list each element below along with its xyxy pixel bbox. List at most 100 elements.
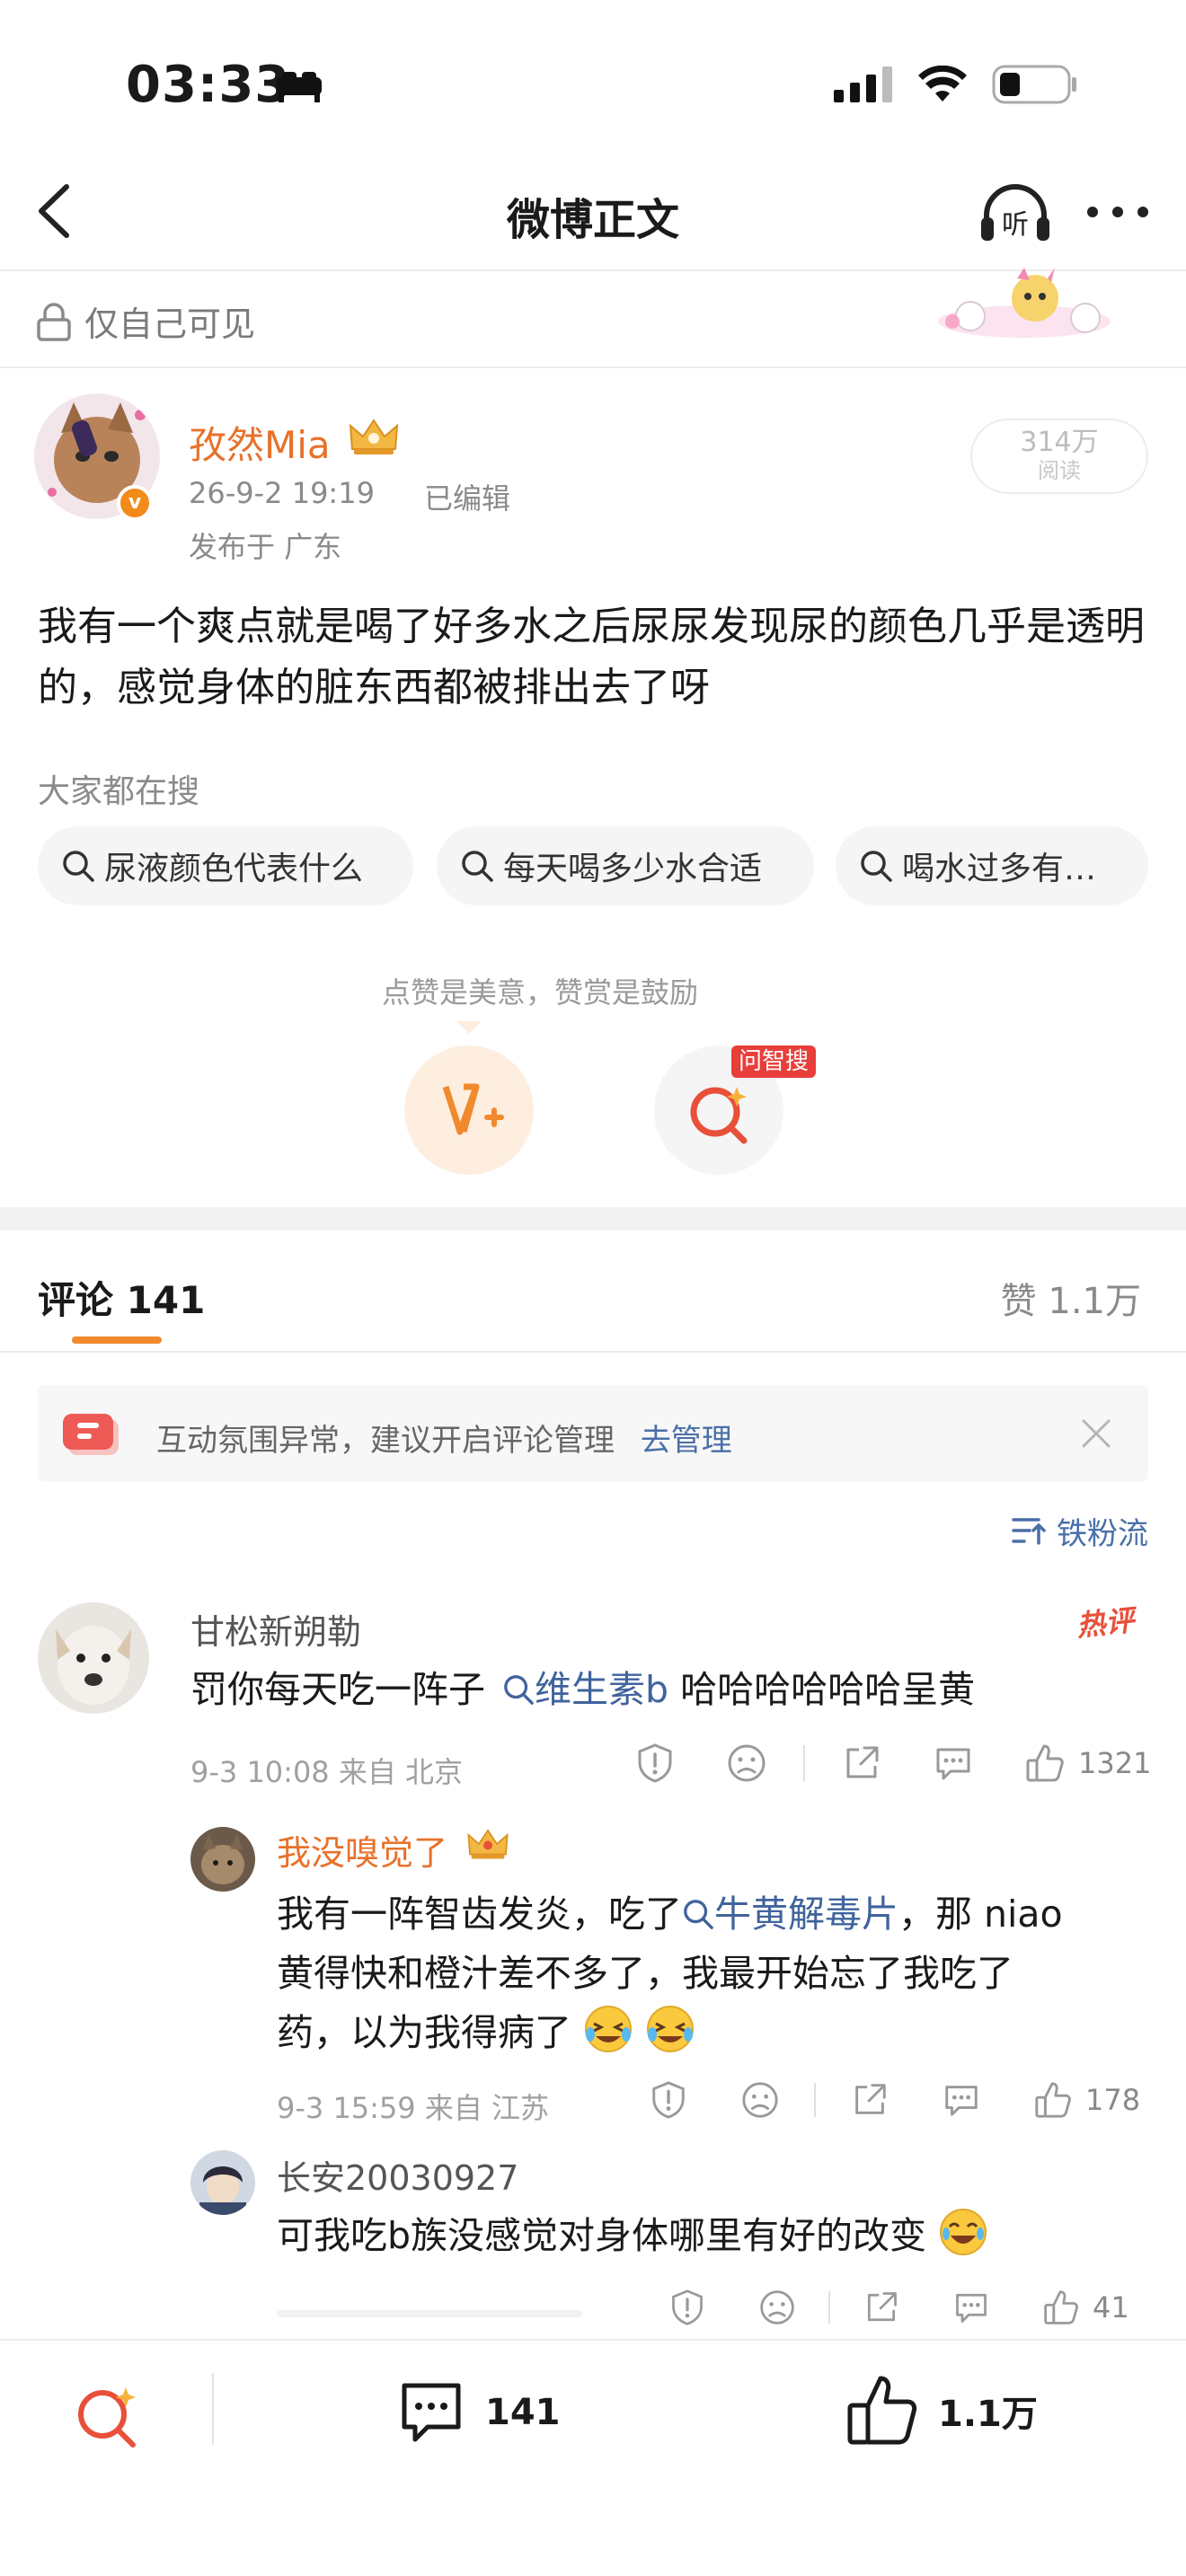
comment-actions: 1321 (634, 1742, 1151, 1784)
commenter-name[interactable]: 甘松新朔勒 (190, 1604, 361, 1654)
action-divider (803, 1745, 805, 1781)
hot-comment-badge: 热评 (1075, 1602, 1137, 1644)
notice-text: 互动氛围异常，建议开启评论管理 去管理 (156, 1416, 732, 1460)
listen-button[interactable]: 听 (978, 180, 1053, 248)
dislike-face-icon[interactable] (758, 2289, 796, 2326)
report-icon[interactable] (649, 2080, 688, 2120)
read-count-number: 314万 (1020, 427, 1099, 458)
edited-label[interactable]: 已编辑 (424, 476, 510, 517)
dislike-face-icon[interactable] (740, 2080, 780, 2120)
comment-text: 罚你每天吃一阵子 维生素b 哈哈哈哈哈哈呈黄 (190, 1660, 975, 1719)
share-icon[interactable] (863, 2289, 900, 2326)
reward-v-icon (442, 1083, 504, 1135)
signal-icon (834, 66, 892, 102)
comment-text: 我有一阵智齿发炎，吃了 牛黄解毒片，那 niao (277, 1884, 1063, 1944)
tab-active-indicator (72, 1337, 162, 1344)
post-time: 26-9-2 19:19 (189, 476, 375, 510)
sort-button[interactable]: 铁粉流 (1012, 1509, 1148, 1553)
search-chip-label: 尿液颜色代表什么 (104, 851, 364, 887)
divider (0, 1351, 1186, 1353)
bed-icon (275, 72, 323, 108)
tab-comments[interactable]: 评论 141 (38, 1270, 205, 1325)
tab-likes[interactable]: 赞 1.1万 (1001, 1272, 1141, 1324)
tooltip-arrow (456, 1020, 482, 1034)
section-separator (0, 1207, 1186, 1231)
search-icon (684, 1900, 713, 1929)
share-icon[interactable] (841, 1742, 882, 1784)
like-count: 41 (1093, 2290, 1129, 2325)
reward-button[interactable] (404, 1045, 534, 1175)
thumbs-up-icon (847, 2376, 917, 2445)
laughing-emoji-icon (940, 2209, 987, 2255)
more-dots-icon (1087, 207, 1148, 217)
comment-text-line: 药，以为我得病了 (277, 2003, 695, 2062)
like-count: 1321 (1078, 1746, 1152, 1780)
topic-link[interactable]: 牛黄解毒片 (714, 1892, 898, 1936)
sort-label: 铁粉流 (1057, 1516, 1148, 1552)
comment-text-part: 罚你每天吃一阵子 (190, 1668, 485, 1711)
post-body: 我有一个爽点就是喝了好多水之后尿尿发现尿的颜色几乎是透明的，感觉身体的脏东西都被… (38, 604, 1145, 710)
close-icon (1082, 1419, 1111, 1448)
crying-laugh-emoji-icon (585, 2006, 633, 2052)
action-divider (814, 2083, 816, 2117)
manage-link[interactable]: 去管理 (641, 1423, 732, 1459)
search-chip-label: 喝水过多有… (902, 851, 1097, 887)
comment-text-part: ，那 niao (898, 1892, 1063, 1936)
lock-icon (37, 302, 71, 341)
report-icon[interactable] (668, 2289, 706, 2326)
battery-icon (992, 65, 1076, 104)
share-icon[interactable] (850, 2080, 890, 2120)
comment-button[interactable]: 141 (395, 2377, 561, 2448)
headphones-icon: 听 (981, 184, 1049, 241)
status-indicators (834, 65, 1078, 104)
comment-text-part: 可我吃b族没感觉对身体哪里有好的改变 (277, 2214, 927, 2257)
decorative-sticker (934, 266, 1114, 345)
divider (0, 366, 1186, 368)
comment-count: 141 (485, 2392, 561, 2433)
reply-icon[interactable] (952, 2289, 990, 2326)
search-icon (63, 851, 94, 882)
comment-text-part: 药，以为我得病了 (277, 2011, 571, 2054)
commenter-name[interactable]: 长安20030927 (277, 2150, 518, 2200)
search-chip[interactable]: 尿液颜色代表什么 (38, 826, 413, 905)
privacy-label: 仅自己可见 (84, 304, 256, 344)
warning-icon (59, 1410, 131, 1462)
commenter-avatar[interactable] (190, 2150, 255, 2215)
dislike-face-icon[interactable] (726, 1742, 767, 1784)
reply-icon[interactable] (942, 2080, 981, 2120)
comment-actions: 178 (649, 2080, 1140, 2120)
search-chip-label: 每天喝多少水合适 (503, 851, 763, 887)
like-icon[interactable] (1024, 1742, 1066, 1784)
notice-message: 互动氛围异常，建议开启评论管理 (156, 1423, 615, 1459)
like-icon[interactable] (1033, 2080, 1073, 2120)
like-count: 1.1万 (938, 2394, 1038, 2435)
commenter-avatar[interactable] (38, 1602, 149, 1714)
report-icon[interactable] (634, 1742, 676, 1784)
wifi-icon (918, 66, 967, 101)
more-button[interactable] (1084, 199, 1152, 225)
like-button[interactable]: 1.1万 (845, 2373, 1038, 2448)
bottom-divider (212, 2373, 214, 2445)
author-name[interactable]: 孜然Mia (189, 415, 331, 470)
ai-search-button[interactable] (70, 2375, 146, 2454)
reply-icon[interactable] (933, 1742, 974, 1784)
close-button[interactable] (1080, 1417, 1112, 1450)
crown-icon (347, 415, 401, 456)
privacy-row: 仅自己可见 (36, 296, 255, 346)
search-icon (462, 851, 493, 882)
crown-icon (465, 1825, 510, 1865)
search-icon (504, 1675, 534, 1705)
commenter-avatar[interactable] (190, 1827, 255, 1892)
comment-text: 可我吃b族没感觉对身体哪里有好的改变 (277, 2206, 988, 2265)
topic-link[interactable]: 维生素b (535, 1668, 668, 1711)
comment-meta-faded (277, 2310, 582, 2317)
search-chip[interactable]: 喝水过多有… (836, 826, 1148, 905)
crying-laugh-emoji-icon (647, 2006, 695, 2052)
search-chip[interactable]: 每天喝多少水合适 (437, 826, 814, 905)
commenter-name[interactable]: 我没嗅觉了 (277, 1825, 447, 1875)
like-icon[interactable] (1042, 2289, 1080, 2326)
comment-text-line: 黄得快和橙汁差不多了，我最开始忘了我吃了 (277, 1952, 1013, 1995)
comment-icon (402, 2383, 461, 2442)
search-icon (861, 851, 892, 882)
ai-search-tag: 问智搜 (731, 1045, 817, 1078)
